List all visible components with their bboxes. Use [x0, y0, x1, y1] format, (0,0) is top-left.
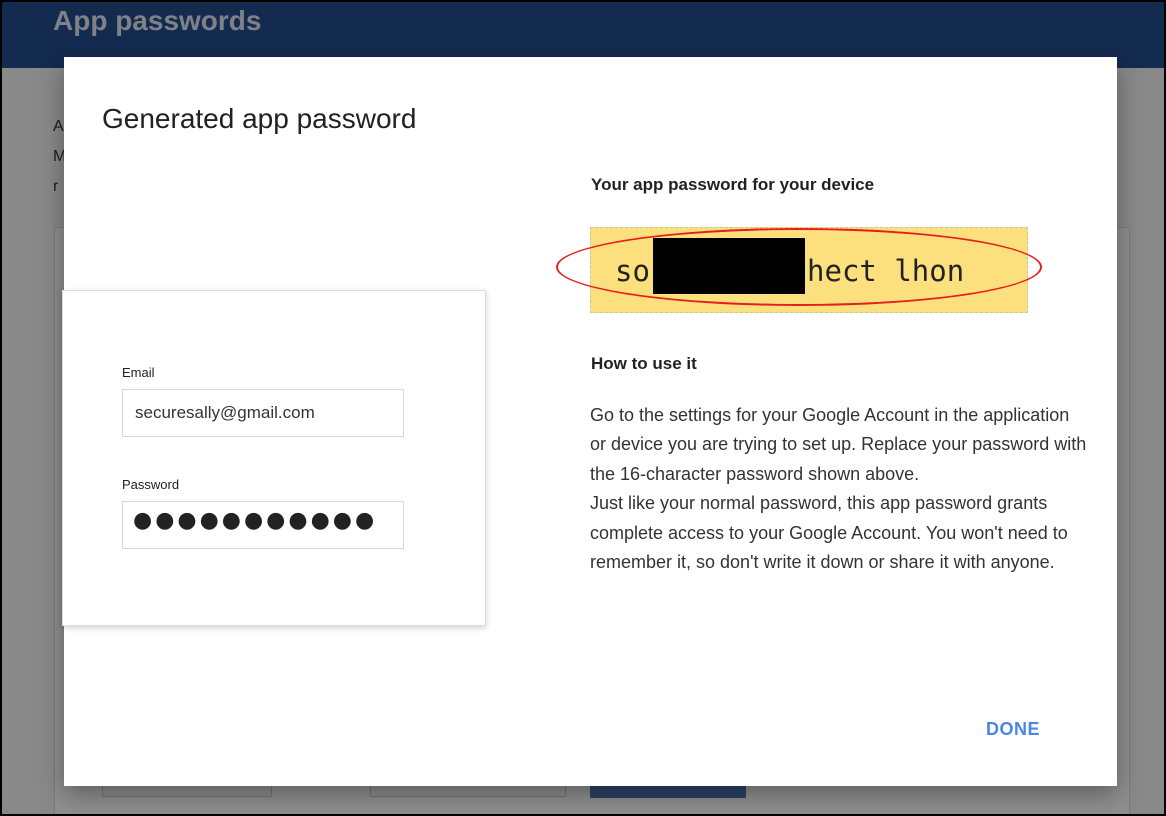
howto-paragraph: Just like your normal password, this app…	[590, 493, 1068, 573]
dialog-title: Generated app password	[102, 103, 417, 134]
password-heading: Your app password for your device	[591, 175, 875, 194]
password-label: Password	[122, 477, 180, 492]
email-label: Email	[122, 365, 155, 380]
password-field: ●●●●●●●●●●●	[122, 501, 404, 549]
generated-password-dialog: Generated app password Email securesally…	[62, 57, 1117, 786]
screenshot-frame: App passwords A M r Generated app passwo…	[0, 0, 1166, 816]
app-password-box[interactable]: so hect lhon	[590, 227, 1028, 313]
howto-instructions: Go to the settings for your Google Accou…	[590, 401, 1090, 577]
done-button[interactable]: DONE	[982, 717, 1044, 742]
sample-signin-card: Email securesally@gmail.com Password ●●●…	[62, 290, 486, 626]
howto-paragraph: Go to the settings for your Google Accou…	[590, 405, 1087, 484]
redaction-block	[653, 238, 805, 294]
email-field: securesally@gmail.com	[122, 389, 404, 437]
password-mask: ●●●●●●●●●●●	[133, 508, 378, 533]
howto-heading: How to use it	[591, 354, 697, 373]
email-value: securesally@gmail.com	[135, 403, 315, 422]
